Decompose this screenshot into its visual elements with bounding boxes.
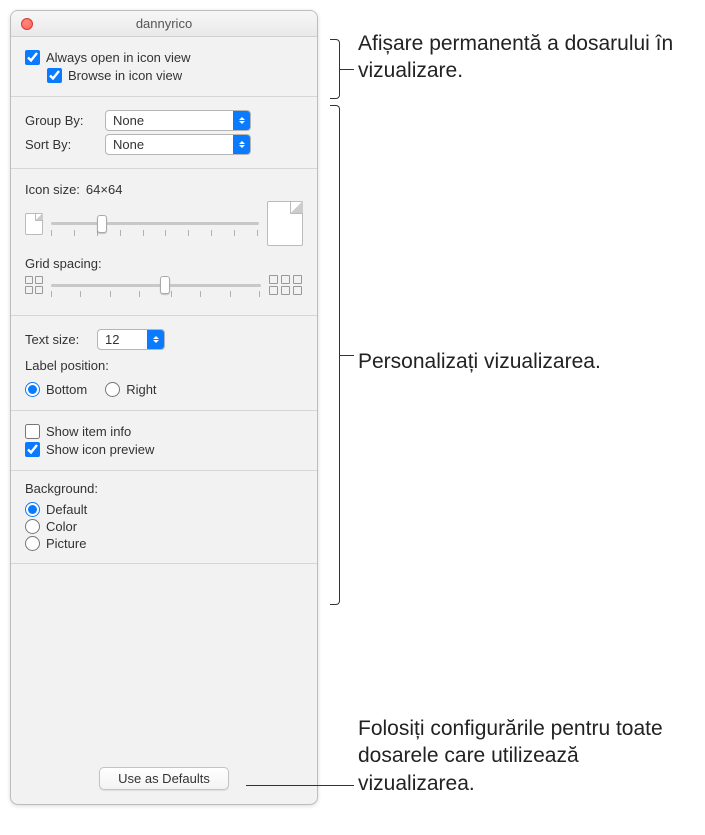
label-right-radio[interactable] bbox=[105, 382, 120, 397]
chevron-updown-icon bbox=[233, 135, 250, 154]
show-icon-preview-checkbox[interactable] bbox=[25, 442, 40, 457]
chevron-updown-icon bbox=[147, 330, 164, 349]
always-open-label: Always open in icon view bbox=[46, 50, 191, 65]
bg-default-label: Default bbox=[46, 502, 87, 517]
bracket-icon bbox=[330, 105, 340, 605]
page-small-icon bbox=[25, 213, 43, 235]
icon-size-slider[interactable] bbox=[51, 214, 259, 234]
callout-line bbox=[246, 785, 354, 786]
titlebar: dannyrico bbox=[11, 11, 317, 37]
grid-large-icon bbox=[269, 275, 303, 295]
window-title: dannyrico bbox=[136, 16, 192, 31]
icon-grid-section: Icon size: 64×64 Grid spacing: bbox=[11, 169, 317, 316]
grid-spacing-slider[interactable] bbox=[51, 275, 261, 295]
callout-line bbox=[340, 69, 354, 70]
view-options-window: dannyrico Always open in icon view Brows… bbox=[10, 10, 318, 805]
sort-by-value: None bbox=[113, 137, 144, 152]
always-open-checkbox[interactable] bbox=[25, 50, 40, 65]
bg-color-label: Color bbox=[46, 519, 77, 534]
close-icon[interactable] bbox=[21, 18, 33, 30]
bg-picture-radio[interactable] bbox=[25, 536, 40, 551]
grouping-section: Group By: None Sort By: None bbox=[11, 97, 317, 169]
show-item-info-checkbox[interactable] bbox=[25, 424, 40, 439]
sort-by-select[interactable]: None bbox=[105, 134, 251, 155]
annotation-bottom: Folosiți configurările pentru toate dosa… bbox=[358, 715, 698, 797]
bracket-icon bbox=[330, 39, 340, 99]
sort-by-label: Sort By: bbox=[25, 137, 105, 152]
group-by-label: Group By: bbox=[25, 113, 105, 128]
label-right-text: Right bbox=[126, 382, 156, 397]
footer: Use as Defaults bbox=[11, 564, 317, 804]
icon-size-value: 64×64 bbox=[86, 182, 123, 197]
background-heading: Background: bbox=[25, 481, 303, 496]
show-item-info-label: Show item info bbox=[46, 424, 131, 439]
text-section: Text size: 12 Label position: Bottom Rig… bbox=[11, 316, 317, 411]
slider-thumb[interactable] bbox=[160, 276, 170, 294]
page-large-icon bbox=[267, 201, 303, 246]
annotations: Afișare permanentă a dosarului în vizual… bbox=[318, 10, 705, 805]
chevron-updown-icon bbox=[233, 111, 250, 130]
group-by-select[interactable]: None bbox=[105, 110, 251, 131]
group-by-value: None bbox=[113, 113, 144, 128]
grid-small-icon bbox=[25, 276, 43, 294]
browse-icon-checkbox[interactable] bbox=[47, 68, 62, 83]
text-size-label: Text size: bbox=[25, 332, 97, 347]
bg-picture-label: Picture bbox=[46, 536, 86, 551]
callout-line bbox=[340, 355, 354, 356]
text-size-select[interactable]: 12 bbox=[97, 329, 165, 350]
annotation-middle: Personalizați vizualizarea. bbox=[358, 348, 601, 375]
label-bottom-text: Bottom bbox=[46, 382, 87, 397]
use-as-defaults-button[interactable]: Use as Defaults bbox=[99, 767, 229, 790]
background-section: Background: Default Color Picture bbox=[11, 471, 317, 564]
show-section: Show item info Show icon preview bbox=[11, 411, 317, 471]
slider-thumb[interactable] bbox=[97, 215, 107, 233]
annotation-top: Afișare permanentă a dosarului în vizual… bbox=[358, 30, 698, 85]
bg-color-radio[interactable] bbox=[25, 519, 40, 534]
bg-default-radio[interactable] bbox=[25, 502, 40, 517]
text-size-value: 12 bbox=[105, 332, 119, 347]
view-mode-section: Always open in icon view Browse in icon … bbox=[11, 37, 317, 97]
show-icon-preview-label: Show icon preview bbox=[46, 442, 154, 457]
browse-icon-label: Browse in icon view bbox=[68, 68, 182, 83]
grid-spacing-label: Grid spacing: bbox=[25, 256, 102, 271]
label-position-heading: Label position: bbox=[25, 358, 303, 373]
icon-size-label: Icon size: bbox=[25, 182, 80, 197]
label-bottom-radio[interactable] bbox=[25, 382, 40, 397]
